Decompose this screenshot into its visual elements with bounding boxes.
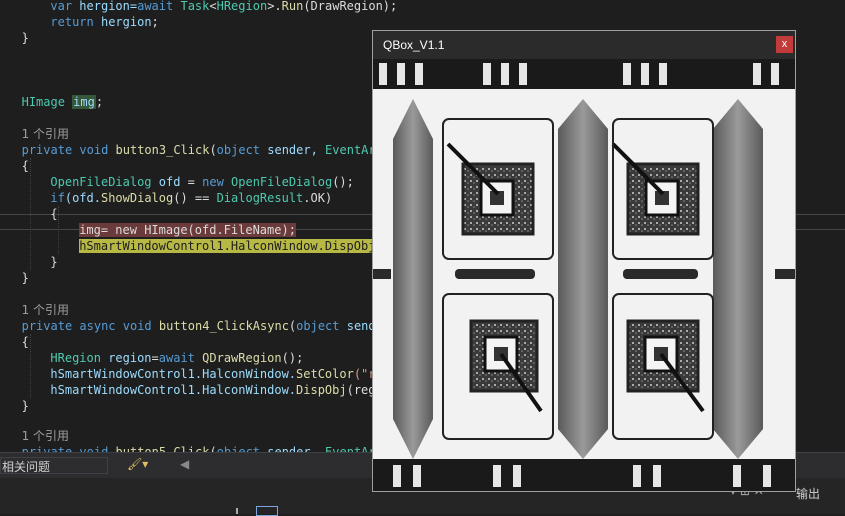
code-line[interactable]: var hergion=await Task<HRegion>.Run(Draw… [50, 0, 397, 14]
code-token: private void [21, 445, 116, 452]
code-line[interactable]: private void button5_Click(object sender… [22, 444, 383, 452]
indent-guide [30, 334, 32, 398]
code-token: DialogResult [216, 191, 304, 205]
code-token: hSmartWindowControl1.HalconWindow. [50, 383, 297, 397]
code-token: button5_Click [115, 445, 210, 452]
code-token: button3_Click [115, 143, 210, 157]
problems-box [0, 457, 108, 474]
code-line[interactable]: img= new HImage(ofd.FileName); [79, 222, 296, 238]
code-line[interactable]: HImage img; [21, 94, 104, 110]
code-line[interactable]: return hergion; [50, 14, 158, 30]
code-token: { [21, 335, 29, 349]
indent-guide [58, 206, 60, 254]
code-token: Task [180, 0, 210, 13]
code-token: return [50, 15, 101, 29]
scroll-left-icon[interactable]: ◀ [180, 457, 189, 471]
code-token: } [21, 31, 29, 45]
code-token: Run [281, 0, 304, 13]
code-token: DispObj [296, 383, 347, 397]
code-token: private void [21, 143, 116, 157]
close-button[interactable]: x [776, 36, 793, 53]
indent-guide [30, 158, 32, 270]
code-token: () == [173, 191, 217, 205]
code-token: (ofd. [64, 191, 101, 205]
code-token: region [108, 351, 152, 365]
code-token: SetColor [296, 367, 354, 381]
code-token: sender, [267, 143, 326, 157]
code-line[interactable]: hSmartWindowControl1.HalconWindow.DispOb… [79, 238, 383, 254]
code-token: object [216, 143, 268, 157]
code-token: < [209, 0, 217, 13]
codelens-reference[interactable]: 1 个引用 [22, 126, 69, 142]
code-line[interactable]: } [22, 398, 29, 414]
code-line[interactable]: hSmartWindowControl1.HalconWindow.DispOb… [50, 382, 382, 398]
code-token: var [50, 0, 73, 13]
leadframe-image [373, 59, 795, 491]
code-line[interactable]: } [50, 254, 57, 270]
codelens-reference[interactable]: 1 个引用 [22, 302, 69, 318]
code-token: private async void [21, 319, 159, 333]
code-token: hergion [100, 15, 152, 29]
code-token: await [158, 351, 203, 365]
code-token: ShowDialog [100, 191, 174, 205]
code-token: img [72, 95, 96, 109]
code-token: img= new HImage(ofd.FileName); [79, 223, 296, 237]
code-token: (DrawRegion); [303, 0, 398, 13]
code-token: ; [95, 95, 104, 109]
code-line[interactable]: { [50, 206, 57, 222]
code-line[interactable]: } [22, 30, 29, 46]
code-token: = [187, 175, 203, 189]
code-line[interactable]: { [22, 158, 29, 174]
code-token: ( [209, 445, 217, 452]
code-token: .OK) [303, 191, 333, 205]
code-token: (); [332, 175, 354, 189]
qbox-title: QBox_V1.1 [383, 38, 445, 52]
toggle-box[interactable] [256, 506, 278, 516]
code-line[interactable]: } [22, 270, 29, 286]
code-line[interactable]: private void button3_Click(object sender… [22, 142, 383, 158]
code-token: ofd [158, 175, 188, 189]
code-token: QDrawRegion [202, 351, 282, 365]
code-token: >. [267, 0, 282, 13]
brush-icon[interactable]: 🖌▾ [127, 457, 148, 471]
code-token: sender, [267, 445, 326, 452]
code-token: hSmartWindowControl1.HalconWindow.DispOb… [79, 239, 383, 253]
code-token: { [21, 159, 29, 173]
code-token: new [202, 175, 232, 189]
code-line[interactable]: { [22, 334, 29, 350]
code-line[interactable]: if(ofd.ShowDialog() == DialogResult.OK) [50, 190, 332, 206]
code-token: ( [209, 143, 217, 157]
qbox-window[interactable]: QBox_V1.1 x [372, 30, 796, 492]
code-token: = [151, 351, 159, 365]
code-token: { [50, 207, 58, 221]
code-token: ; [151, 15, 159, 29]
code-token: hergion= [72, 0, 138, 13]
codelens-reference[interactable]: 1 个引用 [22, 428, 69, 444]
code-token: OpenFileDialog [50, 175, 159, 189]
halcon-image-canvas[interactable] [373, 59, 795, 491]
code-token: object [296, 319, 347, 333]
code-line[interactable]: OpenFileDialog ofd = new OpenFileDialog(… [50, 174, 353, 190]
code-token: HRegion [216, 0, 268, 13]
code-token: button4_ClickAsync [158, 319, 289, 333]
code-token: HImage [21, 95, 73, 109]
code-line[interactable]: private async void button4_ClickAsync(ob… [22, 318, 383, 334]
code-token: if [50, 191, 65, 205]
code-line[interactable]: HRegion region=await QDrawRegion(); [50, 350, 303, 366]
code-token: } [21, 271, 29, 285]
qbox-titlebar[interactable]: QBox_V1.1 x [373, 31, 795, 59]
code-token: object [216, 445, 268, 452]
code-token: } [50, 255, 58, 269]
code-line[interactable]: hSmartWindowControl1.HalconWindow.SetCol… [50, 366, 382, 382]
code-token: (); [281, 351, 304, 365]
code-token: } [21, 399, 29, 413]
code-token: await [137, 0, 181, 13]
code-token: OpenFileDialog [231, 175, 333, 189]
code-token: hSmartWindowControl1.HalconWindow. [50, 367, 297, 381]
output-tab[interactable]: 输出 [796, 485, 820, 502]
code-token: HRegion [50, 351, 109, 365]
